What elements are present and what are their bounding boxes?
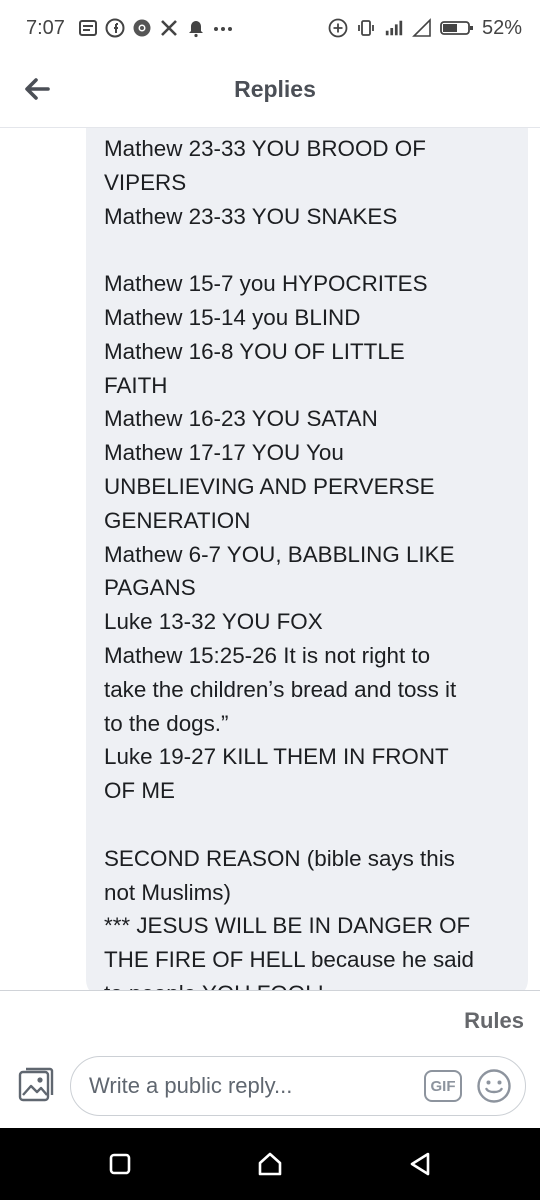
- battery-percent: 52%: [481, 16, 522, 39]
- comment-line: PAGANS: [104, 575, 196, 601]
- x-icon: [159, 18, 179, 38]
- recents-button[interactable]: [104, 1148, 136, 1180]
- comment-line: Mathew 23-33 YOU BROOD OF: [104, 136, 426, 161]
- comment-line: Mathew 15-7 you HYPOCRITES: [104, 271, 428, 297]
- more-dots-icon: [213, 18, 233, 38]
- comment-line: take the childrenʼs bread and toss it: [104, 676, 457, 702]
- comment-line: UNBELIEVING AND PERVERSE: [104, 473, 435, 499]
- vibrate-icon: [356, 18, 376, 38]
- comment-line: not Muslims): [104, 879, 231, 905]
- comment-text: Mathew 23-33 YOU BROOD OF VIPERS Mathew 23…: [104, 132, 514, 990]
- photo-icon: [18, 1067, 54, 1102]
- chrome-icon: [132, 18, 152, 38]
- comment-line: Mathew 6-7 YOU, BABBLING LIKE: [104, 541, 455, 567]
- gif-button[interactable]: GIF: [424, 1070, 462, 1102]
- rules-link[interactable]: Rules: [464, 1008, 524, 1034]
- comment-line: FAITH: [104, 372, 168, 398]
- signal-icon: [384, 18, 404, 38]
- footer-divider: [0, 990, 540, 991]
- comment-line: Mathew 17-17 YOU You: [104, 440, 344, 466]
- wifi-icon: [412, 18, 432, 38]
- back-icon: [410, 1152, 430, 1176]
- nav-back-button[interactable]: [404, 1148, 436, 1180]
- comment-line: Mathew 16-23 YOU SATAN: [104, 406, 378, 432]
- status-time: 7:07: [26, 16, 65, 39]
- status-bar: 7:07 52%: [0, 0, 540, 56]
- comment-line: Mathew 15-14 you BLIND: [104, 304, 361, 330]
- comment-line: Mathew 15:25-26 It is not right to: [104, 642, 431, 668]
- comment-line: to the dogs.”: [104, 710, 229, 736]
- comment-blank-line: [104, 808, 514, 842]
- home-button[interactable]: [254, 1148, 286, 1180]
- emoji-button[interactable]: [476, 1068, 512, 1104]
- comment-line: SECOND REASON (bible says this: [104, 845, 455, 871]
- comment-line: Mathew 23-33 YOU SNAKES: [104, 203, 398, 229]
- comment-bubble[interactable]: Mathew 23-33 YOU BROOD OF VIPERS Mathew 23…: [86, 128, 528, 990]
- comment-line: GENERATION: [104, 507, 251, 533]
- gallery-icon: [78, 18, 98, 38]
- status-left: 7:07: [26, 17, 233, 40]
- comment-line: Luke 13-32 YOU FOX: [104, 609, 323, 635]
- system-nav-bar: [0, 1128, 540, 1200]
- comment-line: *** JESUS WILL BE IN DANGER OF: [104, 913, 471, 939]
- header: Replies: [0, 56, 540, 128]
- battery-icon: [440, 18, 474, 38]
- status-right: 52%: [328, 17, 522, 40]
- replies-content[interactable]: Mathew 23-33 YOU BROOD OF VIPERS Mathew 23…: [0, 128, 540, 990]
- comment-line: OF ME: [104, 778, 175, 804]
- comment-line: THE FIRE OF HELL because he said: [104, 947, 475, 973]
- home-icon: [258, 1152, 282, 1176]
- recents-icon: [109, 1153, 131, 1175]
- comment-line: VIPERS: [104, 169, 187, 195]
- comment-blank-line: [104, 233, 514, 267]
- comment-line: Mathew 16-8 YOU OF LITTLE: [104, 338, 405, 364]
- reply-composer: GIF: [0, 1050, 540, 1126]
- comment-line: Luke 19-27 KILL THEM IN FRONT: [104, 744, 449, 770]
- emoji-icon: [477, 1069, 511, 1103]
- page-title: Replies: [234, 76, 316, 102]
- comment-line: to people YOU FOOL!: [104, 977, 514, 990]
- add-circle-icon: [328, 18, 348, 38]
- photo-button[interactable]: [14, 1064, 56, 1106]
- facebook-icon: [105, 18, 125, 38]
- alarm-icon: [186, 18, 206, 38]
